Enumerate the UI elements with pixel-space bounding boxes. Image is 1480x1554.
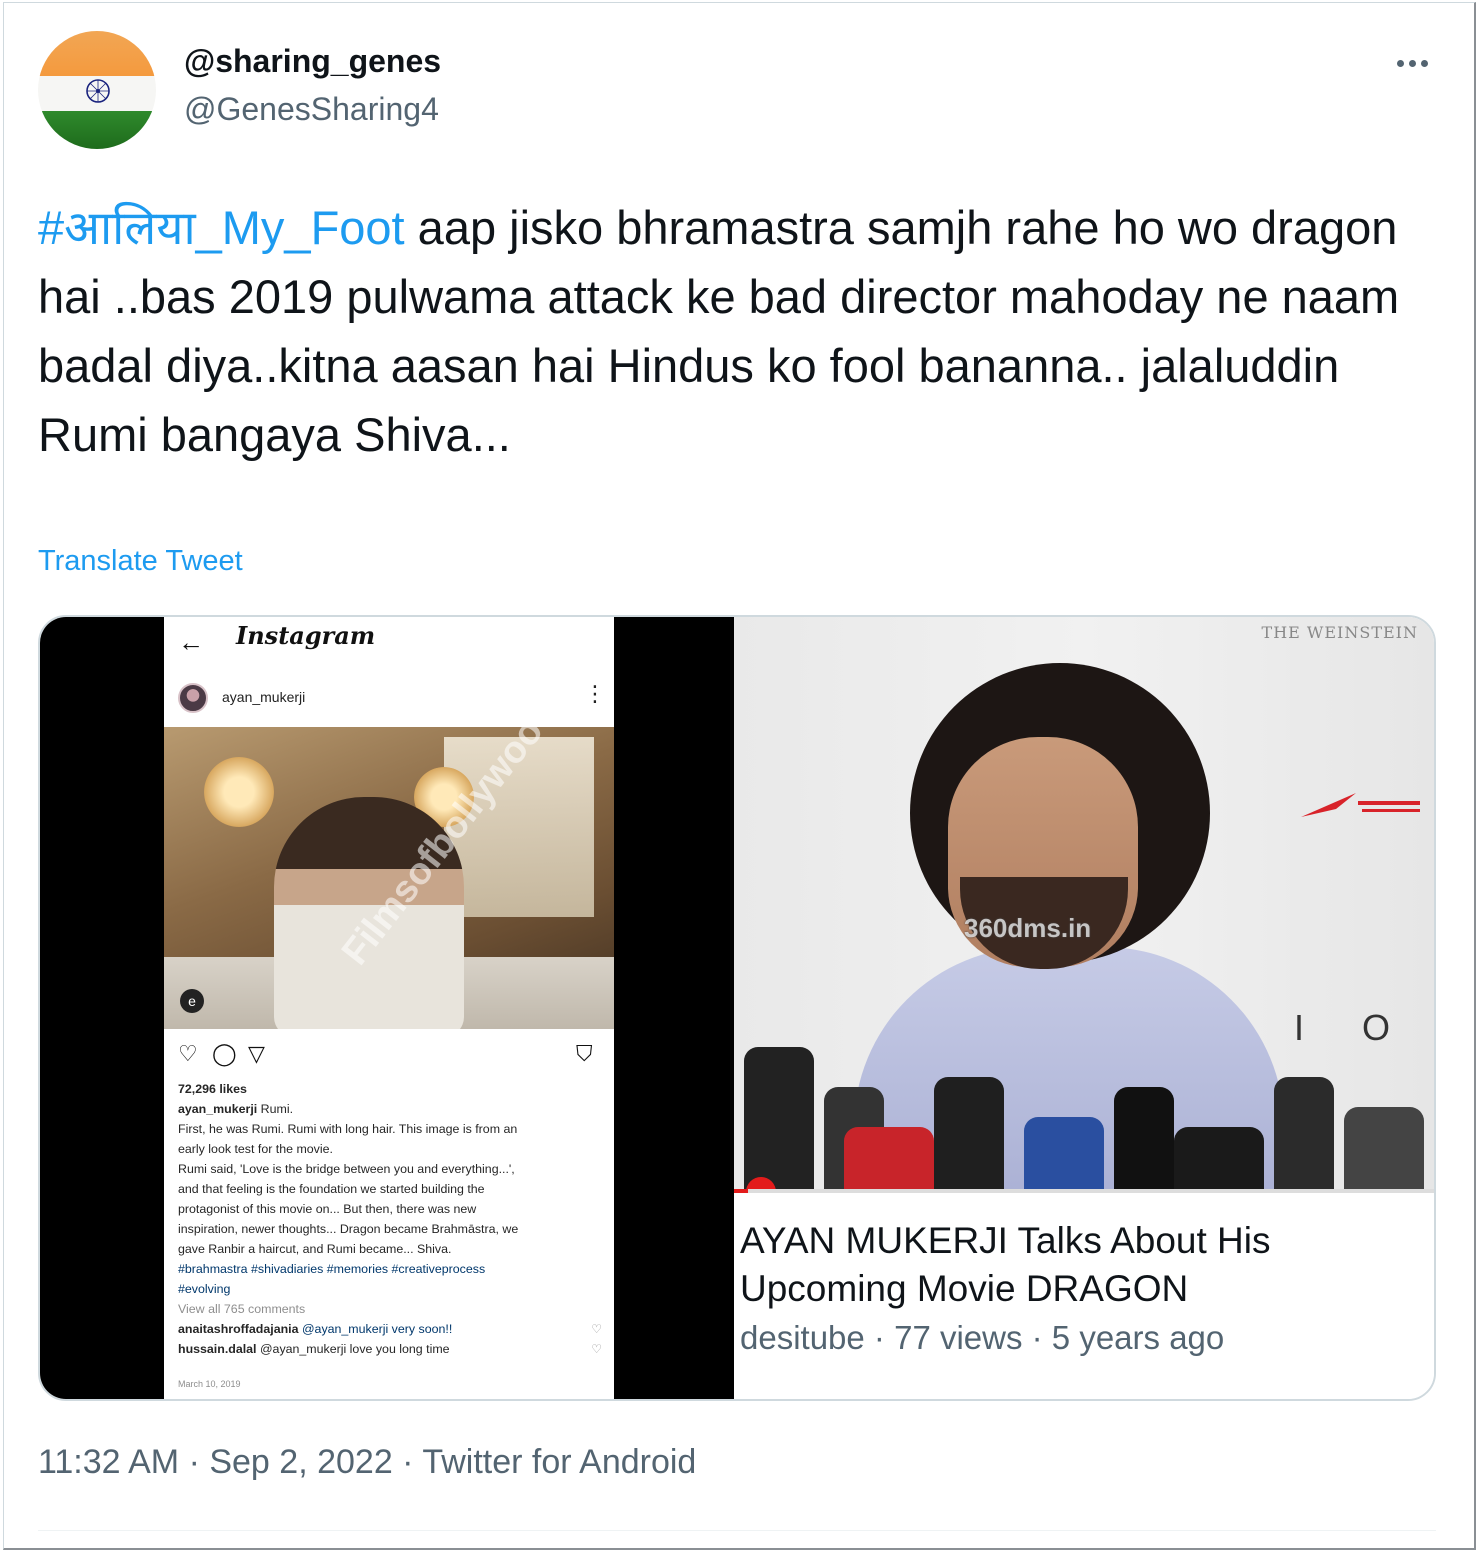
instagram-post: ← Instagram ayan_mukerji ⋮ e ♡ ◯ ▽ ⛉ 72,…	[164, 617, 614, 1399]
video-card[interactable]: THE WEINSTEIN 360dms.in I O AYAN MUKERJI…	[734, 617, 1434, 1399]
video-watermark: 360dms.in	[964, 913, 1092, 943]
instagram-logo: Instagram	[236, 621, 376, 650]
divider	[38, 1530, 1436, 1531]
tweet-timestamp[interactable]: 11:32 AM · Sep 2, 2022 · Twitter for And…	[38, 1443, 696, 1482]
heart-icon: ♡	[178, 1041, 198, 1066]
display-name[interactable]: @sharing_genes	[184, 43, 441, 80]
ig-likes: 72,296 likes	[178, 1082, 247, 1096]
video-meta: desitube · 77 views · 5 years ago	[740, 1319, 1225, 1356]
profile-avatar[interactable]	[38, 31, 156, 149]
back-arrow-icon: ←	[178, 627, 204, 657]
heart-icon: ♡	[591, 1322, 602, 1336]
ig-view-comments: View all 765 comments	[178, 1302, 306, 1316]
airline-logo-icon	[1301, 793, 1420, 817]
microphones	[734, 1017, 1434, 1191]
ashoka-chakra-icon	[86, 79, 110, 103]
tweet-text: #आलिया_My_Foot aap jisko bhramastra samj…	[38, 193, 1438, 469]
more-icon[interactable]	[1392, 51, 1432, 75]
image-instagram-screenshot[interactable]: ← Instagram ayan_mukerji ⋮ e ♡ ◯ ▽ ⛉ 72,…	[40, 617, 734, 1399]
tweet-card: @sharing_genes @GenesSharing4 #आलिया_My_…	[3, 2, 1476, 1550]
user-handle[interactable]: @GenesSharing4	[184, 91, 439, 128]
ig-hashtags: #brahmastra #shivadiaries #memories #cre…	[178, 1262, 486, 1276]
video-thumbnail[interactable]: THE WEINSTEIN 360dms.in I O	[734, 617, 1434, 1191]
ig-avatar	[178, 683, 208, 713]
translate-tweet-link[interactable]: Translate Tweet	[38, 545, 243, 578]
ig-username: ayan_mukerji	[222, 689, 306, 705]
ig-action-bar: ♡ ◯ ▽ ⛉	[178, 1041, 598, 1071]
ig-caption: 72,296 likes ayan_mukerji Rumi. First, h…	[178, 1079, 602, 1359]
ig-more-icon: ⋮	[584, 681, 606, 706]
heart-icon: ♡	[591, 1342, 602, 1356]
tag-icon: e	[180, 989, 204, 1013]
video-progress-bar[interactable]	[734, 1189, 1434, 1193]
video-title[interactable]: AYAN MUKERJI Talks About His Upcoming Mo…	[740, 1217, 1430, 1313]
ig-comment: anaitashroffadajania @ayan_mukerji very …	[178, 1319, 602, 1339]
comment-icon: ◯	[212, 1041, 237, 1066]
hashtag-link[interactable]: #आलिया_My_Foot	[38, 201, 405, 254]
video-overlay-logo: THE WEINSTEIN	[1261, 623, 1418, 642]
ig-comment: hussain.dalal @ayan_mukerji love you lon…	[178, 1339, 602, 1359]
bookmark-icon: ⛉	[576, 1041, 593, 1066]
ig-date: March 10, 2019	[178, 1379, 241, 1389]
media-attachments: ← Instagram ayan_mukerji ⋮ e ♡ ◯ ▽ ⛉ 72,…	[38, 615, 1436, 1401]
share-icon: ▽	[248, 1041, 265, 1066]
